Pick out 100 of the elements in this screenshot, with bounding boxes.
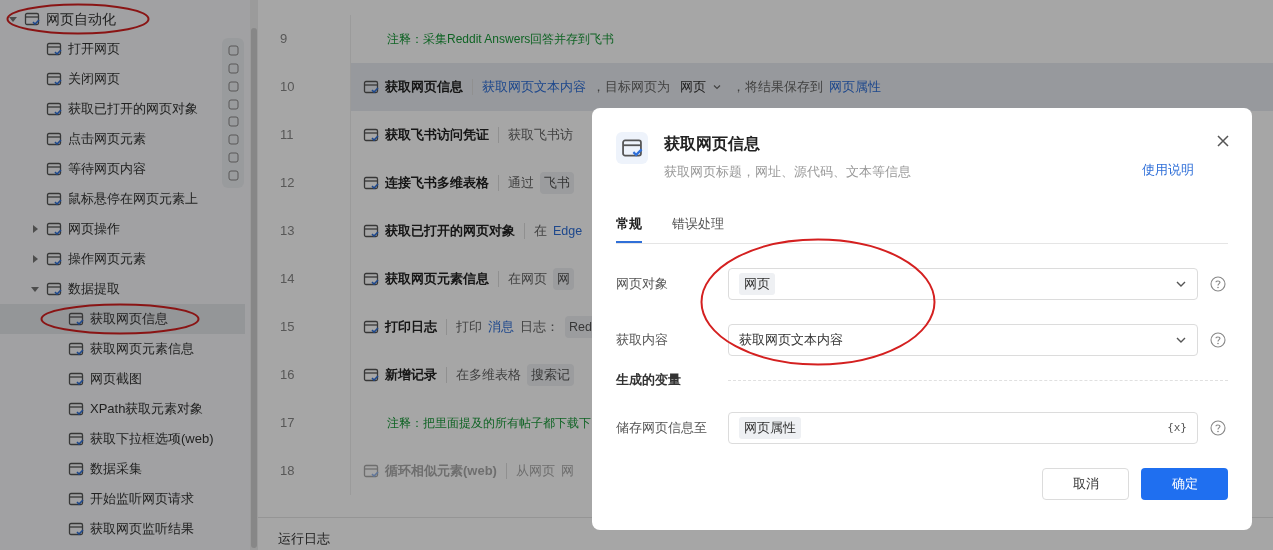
browser-window-icon <box>46 161 62 177</box>
browser-window-icon <box>46 41 62 57</box>
toolbar-icon[interactable] <box>227 169 239 181</box>
line-number: 10 <box>280 78 295 97</box>
step-title: 获取飞书访问凭证 <box>385 126 489 145</box>
step-row[interactable]: 12 连接飞书多维表格 通过 飞书 <box>258 159 592 207</box>
tab[interactable]: 错误处理 <box>672 213 724 243</box>
tree-item[interactable]: 网页自动化 <box>0 4 250 34</box>
tree-item[interactable]: 获取已打开的网页对象 <box>0 94 250 124</box>
help-icon[interactable] <box>1210 420 1226 436</box>
variable-icon[interactable]: {x} <box>1167 419 1187 437</box>
tree-item[interactable]: XPath获取元素对象 <box>0 394 250 424</box>
step-text: 通过 <box>508 174 534 192</box>
tree-item[interactable]: 获取下拉框选项(web) <box>0 424 250 454</box>
chevron-icon[interactable] <box>712 82 722 92</box>
tree-item-label: 操作网页元素 <box>68 250 146 269</box>
link-text[interactable]: 消息 <box>488 317 514 337</box>
tree-item[interactable]: 数据采集 <box>0 454 250 484</box>
log-panel-title: 运行日志 <box>278 531 330 546</box>
browser-window-icon <box>363 367 379 383</box>
step-text: 日志： <box>520 318 559 336</box>
browser-window-icon <box>363 79 379 95</box>
browser-window-icon <box>46 71 62 87</box>
section-title: 生成的变量 <box>616 371 682 390</box>
step-row[interactable]: 14 获取网页元素信息 在网页 网 <box>258 255 592 303</box>
caret-icon[interactable] <box>30 254 40 264</box>
toolbar-icon[interactable] <box>227 63 239 75</box>
browser-window-icon <box>363 175 379 191</box>
browser-window-icon <box>24 11 40 27</box>
step-title: 连接飞书多维表格 <box>385 174 489 193</box>
step-row[interactable]: 13 获取已打开的网页对象 在 Edge <box>258 207 592 255</box>
caret-icon[interactable] <box>30 224 40 234</box>
field-value: 获取网页文本内容 <box>739 331 843 350</box>
browser-window-icon <box>46 251 62 267</box>
link-text[interactable]: Edge <box>553 221 583 241</box>
field-label: 储存网页信息至 <box>616 419 708 438</box>
browser-window-icon <box>363 319 379 335</box>
help-icon[interactable] <box>1210 332 1226 348</box>
tab[interactable]: 常规 <box>616 213 642 243</box>
comment-text: 注释：把里面提及的所有帖子都下载下 <box>387 415 591 432</box>
cancel-button[interactable]: 取消 <box>1042 468 1129 500</box>
tree-item[interactable]: 开始监听网页请求 <box>0 484 250 514</box>
tree-item[interactable]: 关闭网页 <box>0 64 250 94</box>
toolbar-icon[interactable] <box>227 134 239 146</box>
help-link[interactable]: 使用说明 <box>1142 160 1194 180</box>
tree-item[interactable]: 获取网页元素信息 <box>0 334 250 364</box>
select-field[interactable]: 获取网页文本内容 <box>728 324 1198 356</box>
tree-item[interactable]: 获取网页信息 <box>0 304 245 334</box>
step-title: 获取网页元素信息 <box>385 270 489 289</box>
tree-item-label: 获取网页监听结果 <box>90 520 194 539</box>
field-label: 网页对象 <box>616 275 669 294</box>
tree-item[interactable]: 操作网页元素 <box>0 244 250 274</box>
line-number: 12 <box>280 174 295 193</box>
value-chip: 网页属性 <box>739 417 801 439</box>
value-chip: 飞书 <box>540 171 574 195</box>
field-label: 获取内容 <box>616 331 669 350</box>
close-button[interactable] <box>1216 134 1230 148</box>
confirm-button[interactable]: 确定 <box>1141 468 1228 500</box>
value-chip: 网页 <box>739 273 775 295</box>
step-row[interactable]: 15 打印日志 打印 消息 日志： Red <box>258 303 592 351</box>
tree-item[interactable]: 打开网页 <box>0 34 250 64</box>
select-field[interactable]: 网页 <box>728 268 1198 300</box>
step-title: 新增记录 <box>385 366 437 385</box>
tree-item-label: 关闭网页 <box>68 70 120 89</box>
toolbar-icon[interactable] <box>227 98 239 110</box>
caret-icon[interactable] <box>8 14 18 24</box>
header-icon <box>621 137 643 159</box>
dropdown-value[interactable]: 网页 <box>680 77 706 97</box>
line-number: 13 <box>280 222 295 241</box>
scrollbar[interactable] <box>251 28 257 548</box>
browser-window-icon <box>68 491 84 507</box>
line-number: 11 <box>280 126 294 145</box>
tree-item[interactable]: 鼠标悬停在网页元素上 <box>0 184 250 214</box>
tree-item-label: 获取网页信息 <box>90 310 168 329</box>
step-row[interactable]: 11 获取飞书访问凭证 获取飞书访 <box>258 111 592 159</box>
tree-item[interactable]: 点击网页元素 <box>0 124 250 154</box>
toolbar-icon[interactable] <box>227 45 239 57</box>
tree-item[interactable]: 等待网页内容 <box>0 154 250 184</box>
browser-window-icon <box>68 431 84 447</box>
toolbar-icon[interactable] <box>227 151 239 163</box>
tree-item[interactable]: 网页操作 <box>0 214 250 244</box>
tree-item-label: 数据提取 <box>68 280 120 299</box>
browser-window-icon <box>68 311 84 327</box>
caret-icon[interactable] <box>30 284 40 294</box>
step-row[interactable]: 10 获取网页信息 获取网页文本内容 ，目标网页为 网页 ，将结果保存到 网页属性 <box>258 63 1273 111</box>
browser-window-icon <box>46 221 62 237</box>
variable-field[interactable]: 网页属性 {x} <box>728 412 1198 444</box>
browser-window-icon <box>68 521 84 537</box>
tree-item-label: XPath获取元素对象 <box>90 400 204 419</box>
browser-window-icon <box>363 271 379 287</box>
tree-item[interactable]: 获取网页监听结果 <box>0 514 250 544</box>
toolbar-icon[interactable] <box>227 80 239 92</box>
step-text: 获取飞书访 <box>508 126 573 144</box>
help-icon[interactable] <box>1210 276 1226 292</box>
tree-item[interactable]: 数据提取 <box>0 274 250 304</box>
tree-item[interactable]: 网页截图 <box>0 364 250 394</box>
browser-window-icon <box>68 401 84 417</box>
step-row[interactable]: 16 新增记录 在多维表格 搜索记 <box>258 351 592 399</box>
browser-window-icon <box>68 461 84 477</box>
toolbar-icon[interactable] <box>227 116 239 128</box>
